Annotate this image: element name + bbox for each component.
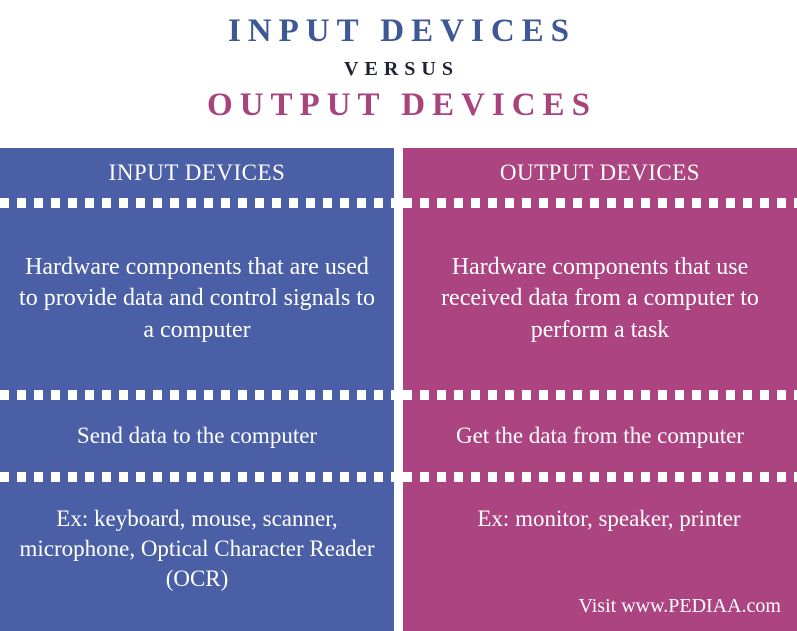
dashed-separator [403,472,797,482]
title-versus: VERSUS [344,57,459,80]
definition-output: Hardware components that use received da… [441,254,759,343]
dashed-separator [0,198,394,208]
column-header-input: INPUT DEVICES [108,160,286,185]
function-input: Send data to the computer [76,423,318,449]
column-header-output: OUTPUT DEVICES [499,160,701,185]
attribution-text: Visit www.PEDIAA.com [578,595,782,617]
panel-input-devices: INPUT DEVICES Hardware components that a… [0,148,394,631]
examples-output-cell: Ex: monitor, speaker, printer Visit www.… [403,482,797,631]
title-input-devices: INPUT DEVICES [227,13,577,49]
title-output-devices: OUTPUT DEVICES [207,86,597,123]
dashed-separator [0,472,394,482]
function-output: Get the data from the computer [455,423,745,449]
dashed-separator [403,390,797,400]
comparison-infographic: INPUT DEVICES VERSUS OUTPUT DEVICES INPU… [0,0,797,631]
examples-input: Ex: keyboard, mouse, scanner, microphone… [19,506,375,591]
dashed-separator [0,390,394,400]
examples-output: Ex: monitor, speaker, printer [477,506,741,531]
dashed-separator [403,198,797,208]
examples-input-cell: Ex: keyboard, mouse, scanner, microphone… [0,482,394,631]
panel-output-devices: OUTPUT DEVICES Hardware components that … [403,148,797,631]
definition-input: Hardware components that are used to pro… [19,254,375,343]
comparison-panels: INPUT DEVICES Hardware components that a… [0,148,797,631]
title-block: INPUT DEVICES VERSUS OUTPUT DEVICES [0,0,797,148]
